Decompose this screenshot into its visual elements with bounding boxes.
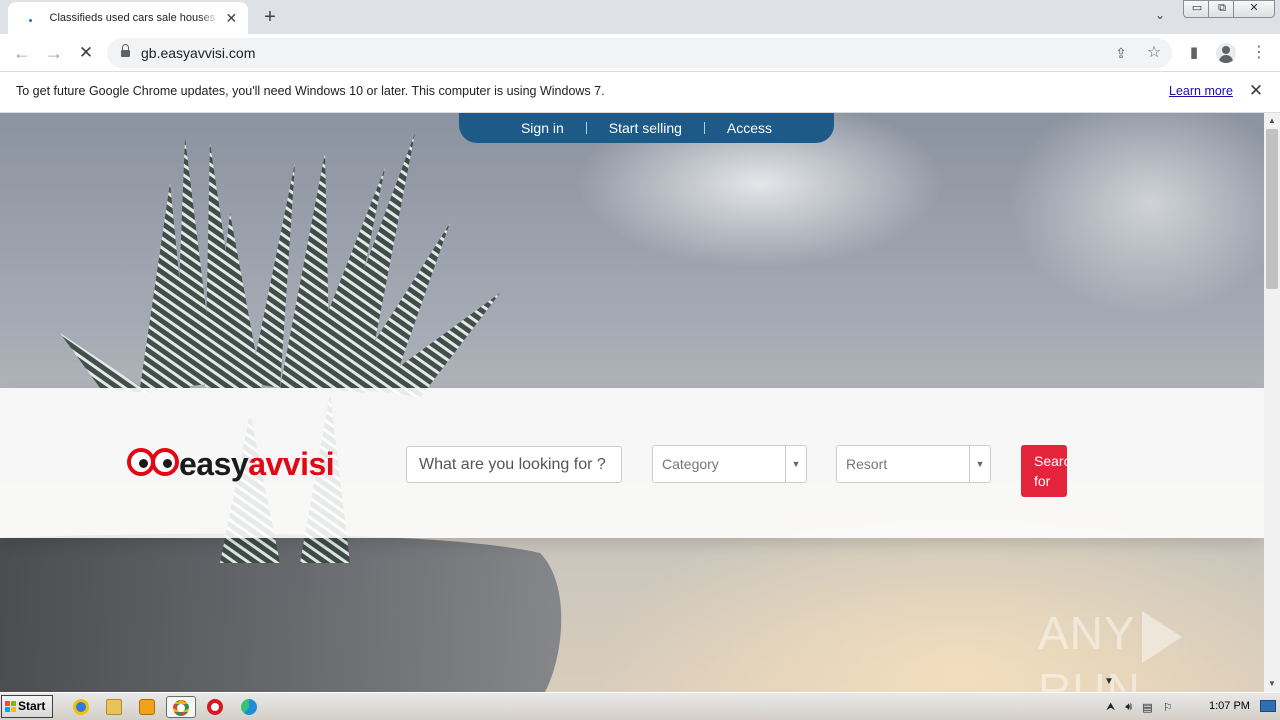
- learn-more-link[interactable]: Learn more: [1169, 84, 1233, 98]
- edge-icon[interactable]: [238, 696, 260, 718]
- stop-loading-icon[interactable]: ✕: [73, 40, 99, 66]
- start-label: Start: [18, 699, 46, 713]
- play-icon: [1141, 610, 1182, 663]
- search-button[interactable]: Search for: [1021, 445, 1067, 497]
- tab-search-icon[interactable]: ⌄: [1150, 8, 1170, 26]
- back-arrow-icon[interactable]: ←: [9, 40, 35, 66]
- show-desktop-icon[interactable]: [1260, 700, 1276, 712]
- scrollbar-thumb[interactable]: [1266, 129, 1278, 289]
- loading-spinner-icon: [26, 12, 38, 24]
- resort-select-value: Resort: [846, 456, 888, 472]
- watermark-text-left: ANY: [1038, 607, 1136, 659]
- logo-text-easy: easy: [179, 446, 249, 482]
- media-player-icon[interactable]: [136, 696, 158, 718]
- scroll-up-arrow-icon[interactable]: ▲: [1264, 113, 1280, 129]
- window-close-button[interactable]: ✕: [1233, 0, 1275, 18]
- bookmark-star-icon[interactable]: ☆: [1144, 43, 1164, 63]
- file-explorer-icon[interactable]: [103, 696, 125, 718]
- scroll-down-arrow-icon[interactable]: ▼: [1264, 676, 1280, 692]
- page-viewport: Sign in Start selling Access easyavvisi …: [0, 113, 1264, 692]
- resort-select[interactable]: Resort ▼: [836, 445, 991, 483]
- category-select[interactable]: Category ▼: [652, 445, 807, 483]
- start-button[interactable]: Start: [1, 695, 53, 718]
- windows-taskbar: Start ⮝ 🔊︎ ▤ ⚐ 1:07 PM: [0, 692, 1280, 720]
- opera-icon[interactable]: [204, 696, 226, 718]
- minimize-button[interactable]: ▭: [1183, 0, 1211, 18]
- browser-toolbar: ← → ✕ gb.easyavvisi.com ⇪ ☆ ▮ ⋮: [0, 34, 1280, 72]
- windows-logo-icon: [5, 701, 16, 712]
- logo-eyes-icon: [127, 446, 179, 482]
- lock-icon[interactable]: [121, 44, 130, 58]
- side-panel-icon[interactable]: ▮: [1183, 42, 1205, 64]
- url-text[interactable]: gb.easyavvisi.com: [141, 45, 255, 61]
- infobar-message: To get future Google Chrome updates, you…: [16, 84, 605, 98]
- network-icon[interactable]: ▤: [1142, 701, 1152, 714]
- new-tab-button[interactable]: +: [258, 6, 282, 30]
- speaker-icon[interactable]: 🔊︎: [1125, 701, 1132, 714]
- search-band: easyavvisi Category ▼ Resort ▼ Search fo…: [0, 388, 1264, 538]
- start-selling-link[interactable]: Start selling: [587, 120, 704, 136]
- search-input[interactable]: [406, 446, 622, 483]
- share-icon[interactable]: ⇪: [1111, 43, 1131, 63]
- internet-explorer-icon[interactable]: [70, 696, 92, 718]
- infobar-close-icon[interactable]: ✕: [1246, 81, 1266, 101]
- chevron-down-icon[interactable]: ▼: [969, 446, 990, 482]
- flag-icon[interactable]: ⚐: [1163, 701, 1173, 714]
- system-tray: ⮝ 🔊︎ ▤ ⚐: [1106, 696, 1173, 718]
- sign-in-link[interactable]: Sign in: [499, 120, 586, 136]
- browser-tab[interactable]: Classifieds used cars sale houses rent ✕: [8, 2, 248, 34]
- taskbar-clock[interactable]: 1:07 PM: [1209, 700, 1250, 712]
- scroll-down-icon[interactable]: ▼: [1104, 676, 1114, 687]
- update-infobar: To get future Google Chrome updates, you…: [0, 72, 1280, 113]
- access-link[interactable]: Access: [705, 120, 794, 136]
- tab-title: Classifieds used cars sale houses rent: [49, 12, 219, 24]
- anyrun-watermark: ANY RUN: [1038, 606, 1264, 692]
- chrome-taskbar-icon[interactable]: [166, 696, 196, 718]
- profile-avatar-icon[interactable]: [1215, 42, 1237, 64]
- top-navigation: Sign in Start selling Access: [459, 113, 834, 143]
- page-scrollbar[interactable]: ▲ ▼: [1264, 113, 1280, 692]
- easyavvisi-logo[interactable]: easyavvisi: [127, 444, 335, 484]
- watermark-text-right: RUN: [1038, 663, 1141, 692]
- logo-text-avvisi: avvisi: [248, 446, 335, 482]
- tray-expand-icon[interactable]: ⮝: [1106, 701, 1115, 714]
- tab-close-icon[interactable]: ✕: [223, 9, 240, 27]
- tab-strip: Classifieds used cars sale houses rent ✕…: [0, 0, 1280, 34]
- restore-button[interactable]: ⧉: [1208, 0, 1236, 18]
- kebab-menu-icon[interactable]: ⋮: [1248, 42, 1270, 64]
- chevron-down-icon[interactable]: ▼: [785, 446, 806, 482]
- forward-arrow-icon[interactable]: →: [41, 40, 67, 66]
- category-select-value: Category: [662, 456, 719, 472]
- address-bar[interactable]: gb.easyavvisi.com ⇪ ☆: [107, 38, 1172, 68]
